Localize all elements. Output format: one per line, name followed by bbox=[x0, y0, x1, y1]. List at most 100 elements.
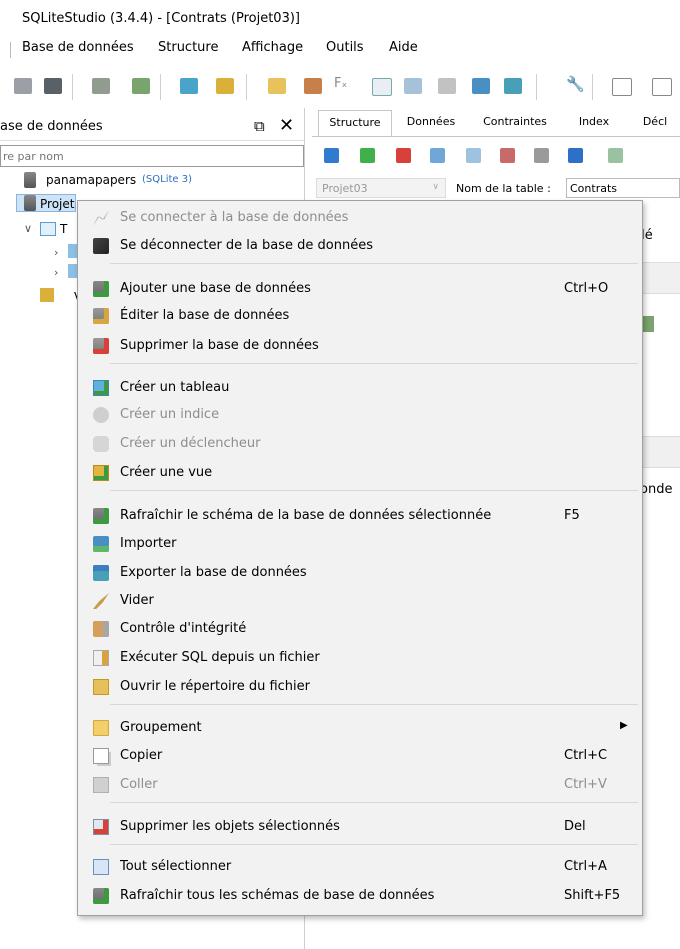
tree-db-panamapapers[interactable]: panamapapers bbox=[46, 173, 136, 187]
menu-separator bbox=[110, 844, 638, 845]
menu-help[interactable]: Aide bbox=[389, 40, 418, 55]
chevron-down-icon[interactable]: ∨ bbox=[24, 222, 32, 235]
create-view-icon[interactable] bbox=[216, 78, 234, 94]
connect-icon[interactable] bbox=[14, 78, 32, 94]
add-db-icon[interactable] bbox=[92, 78, 110, 94]
menu-separator bbox=[110, 490, 638, 491]
tree-node-tables[interactable]: T bbox=[60, 222, 67, 236]
function-icon[interactable]: Fₓ bbox=[334, 76, 352, 92]
menu-add-database[interactable]: Ajouter une base de données Ctrl+O bbox=[78, 276, 642, 302]
refresh-icon[interactable] bbox=[324, 148, 339, 163]
execute-sql-file-icon bbox=[93, 650, 109, 666]
create-trigger-icon bbox=[93, 436, 109, 452]
menu-refresh-schema[interactable]: Rafraîchir le schéma de la base de donné… bbox=[78, 503, 642, 529]
float-window-icon[interactable]: ⧉ bbox=[254, 117, 265, 135]
broom-icon bbox=[93, 593, 109, 609]
tab-constraints[interactable]: Contraintes bbox=[472, 110, 558, 135]
menu-bar: Base de données Structure Affichage Outi… bbox=[0, 36, 680, 62]
tile-icon[interactable] bbox=[612, 78, 632, 96]
menu-export-database[interactable]: Exporter la base de données bbox=[78, 560, 642, 586]
add-database-icon bbox=[93, 281, 109, 297]
menu-paste[interactable]: Coller Ctrl+V bbox=[78, 772, 642, 798]
menu-import[interactable]: Importer bbox=[78, 531, 642, 557]
commit-icon[interactable] bbox=[360, 148, 375, 163]
menu-vacuum[interactable]: Vider bbox=[78, 588, 642, 614]
import-icon[interactable] bbox=[472, 78, 490, 94]
main-toolbar: Fₓ 🔧 bbox=[0, 64, 680, 108]
database-icon bbox=[24, 195, 36, 211]
menu-edit-database[interactable]: Éditer la base de données bbox=[78, 303, 642, 329]
menu-view[interactable]: Affichage bbox=[242, 40, 303, 55]
edit-icon[interactable] bbox=[268, 78, 286, 94]
table-name-label: Nom de la table : bbox=[456, 182, 551, 195]
filter-field[interactable] bbox=[0, 145, 304, 167]
cube-icon[interactable] bbox=[438, 78, 456, 94]
edit-column-icon[interactable] bbox=[466, 148, 481, 163]
open-directory-icon bbox=[93, 679, 109, 695]
refresh-all-icon bbox=[93, 888, 109, 904]
menu-integrity-check[interactable]: Contrôle d'intégrité bbox=[78, 616, 642, 642]
database-combo[interactable]: Projet03 ∨ bbox=[316, 178, 446, 198]
menu-delete-selected[interactable]: Supprimer les objets sélectionnés Del bbox=[78, 814, 642, 840]
menu-database[interactable]: Base de données bbox=[22, 40, 134, 55]
select-all-icon bbox=[93, 859, 109, 875]
menu-separator bbox=[110, 263, 638, 264]
menu-create-trigger[interactable]: Créer un déclencheur bbox=[78, 431, 642, 457]
package-icon[interactable] bbox=[404, 78, 422, 94]
chevron-right-icon[interactable]: › bbox=[54, 246, 58, 259]
disconnect-icon[interactable] bbox=[44, 78, 62, 94]
database-combo-value: Projet03 bbox=[322, 182, 368, 195]
chevron-right-icon[interactable]: › bbox=[54, 266, 58, 279]
delete-column-icon[interactable] bbox=[500, 148, 515, 163]
edit-db-icon[interactable] bbox=[132, 78, 150, 94]
export-icon[interactable] bbox=[504, 78, 522, 94]
menu-execute-sql-file[interactable]: Exécuter SQL depuis un fichier bbox=[78, 645, 642, 671]
tree-db-type: (SQLite 3) bbox=[142, 174, 192, 185]
create-table-icon[interactable] bbox=[180, 78, 198, 94]
key-icon[interactable] bbox=[608, 148, 623, 163]
menu-open-directory[interactable]: Ouvrir le répertoire du fichier bbox=[78, 674, 642, 700]
table-name-input[interactable]: Contrats bbox=[566, 178, 680, 198]
tab-triggers[interactable]: Décl bbox=[630, 110, 680, 135]
tab-structure[interactable]: Structure bbox=[318, 110, 392, 136]
refresh-schema-icon bbox=[93, 508, 109, 524]
wrench-icon[interactable]: 🔧 bbox=[566, 75, 585, 93]
move-up-icon[interactable] bbox=[534, 148, 549, 163]
dock-title: ase de données bbox=[0, 119, 103, 134]
rollback-icon[interactable] bbox=[396, 148, 411, 163]
menu-disconnect[interactable]: Se déconnecter de la base de données bbox=[78, 233, 642, 259]
sql-editor-icon[interactable] bbox=[304, 78, 322, 94]
menu-refresh-all[interactable]: Rafraîchir tous les schémas de base de d… bbox=[78, 883, 642, 909]
disconnect-icon bbox=[93, 238, 109, 254]
menu-select-all[interactable]: Tout sélectionner Ctrl+A bbox=[78, 854, 642, 880]
menu-create-view[interactable]: Créer une vue bbox=[78, 460, 642, 486]
move-down-icon[interactable] bbox=[568, 148, 583, 163]
menu-copy[interactable]: Copier Ctrl+C bbox=[78, 743, 642, 769]
menu-create-table[interactable]: Créer un tableau bbox=[78, 375, 642, 401]
menu-structure[interactable]: Structure bbox=[158, 40, 218, 55]
tab-index[interactable]: Index bbox=[564, 110, 624, 135]
filter-input[interactable] bbox=[1, 146, 299, 165]
tab-data[interactable]: Données bbox=[396, 110, 466, 135]
menu-tools[interactable]: Outils bbox=[326, 40, 364, 55]
json-icon[interactable] bbox=[372, 78, 392, 96]
paste-icon bbox=[93, 777, 109, 793]
cascade-icon[interactable] bbox=[652, 78, 672, 96]
close-icon[interactable]: ✕ bbox=[279, 115, 294, 136]
tables-folder-icon bbox=[40, 222, 56, 236]
database-icon bbox=[24, 172, 36, 188]
create-table-icon bbox=[93, 380, 109, 396]
add-column-icon[interactable] bbox=[430, 148, 445, 163]
menu-separator bbox=[110, 363, 638, 364]
menu-connect[interactable]: Se connecter à la base de données bbox=[78, 205, 642, 231]
menu-grouping[interactable]: Groupement ▶ bbox=[78, 715, 642, 741]
menu-delete-database[interactable]: Supprimer la base de données bbox=[78, 333, 642, 359]
menu-create-index[interactable]: Créer un indice bbox=[78, 402, 642, 428]
window-title: SQLiteStudio (3.4.4) - [Contrats (Projet… bbox=[22, 11, 300, 26]
integrity-check-icon bbox=[93, 621, 109, 637]
tree-db-projet[interactable]: Projet bbox=[40, 197, 74, 211]
copy-icon bbox=[93, 748, 109, 764]
delete-database-icon bbox=[93, 338, 109, 354]
chevron-down-icon: ∨ bbox=[432, 182, 439, 192]
title-bar: SQLiteStudio (3.4.4) - [Contrats (Projet… bbox=[0, 0, 680, 36]
